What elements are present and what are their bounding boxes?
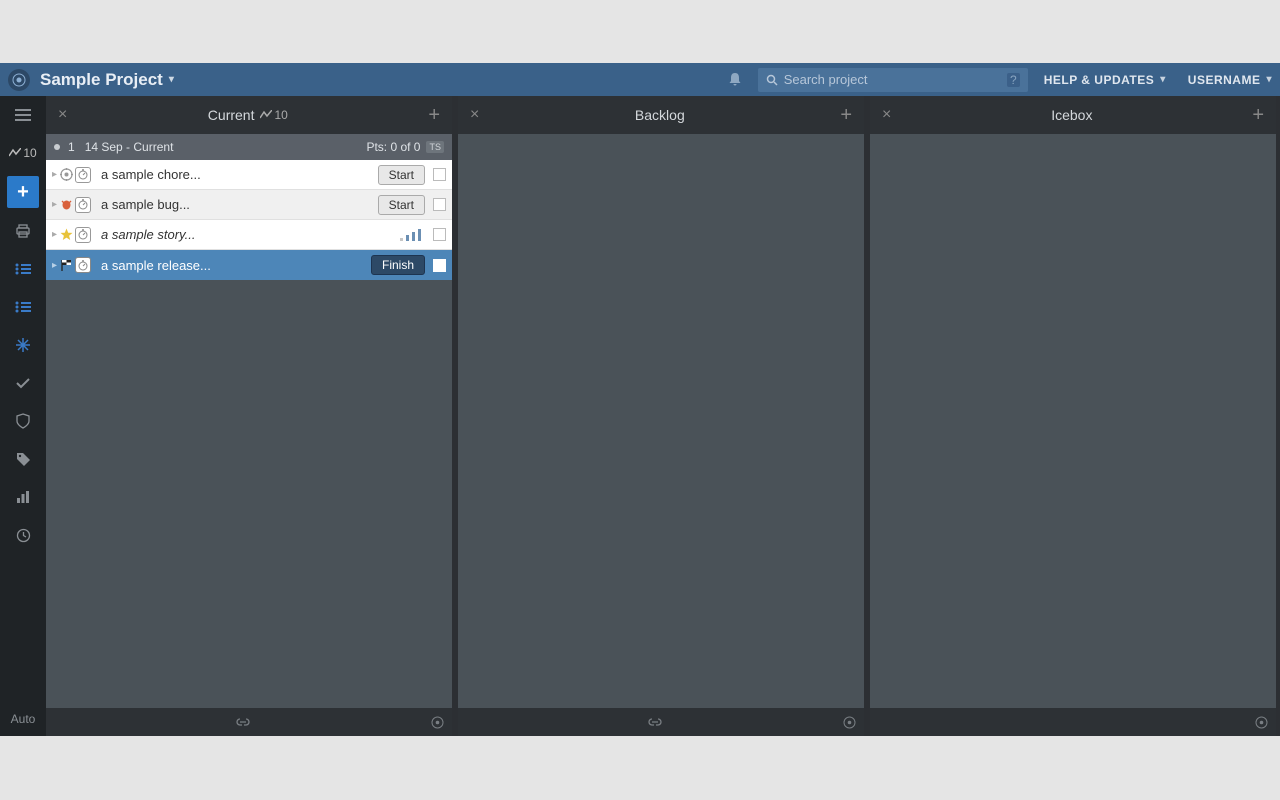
gear-icon[interactable] [843, 716, 856, 729]
sidebar-item-analytics[interactable] [0, 478, 46, 516]
chore-icon [59, 168, 73, 181]
sidebar-velocity[interactable]: 10 [0, 134, 46, 172]
feature-icon [59, 228, 73, 241]
sidebar-item-history[interactable] [0, 516, 46, 554]
project-title: Sample Project [40, 70, 163, 90]
panel-header: × Current 10 + [46, 96, 452, 134]
gear-icon[interactable] [1255, 716, 1268, 729]
release-icon [59, 259, 73, 272]
clock-icon [16, 528, 31, 543]
sidebar-item-done[interactable] [0, 364, 46, 402]
story-row[interactable]: ▸ a sample bug... Start [46, 190, 452, 220]
topbar: Sample Project ▾ ? HELP & UPDATES ▾ USER… [0, 63, 1280, 96]
bug-icon [59, 198, 73, 211]
shield-icon [16, 413, 30, 429]
panel-title: Current [208, 107, 255, 123]
estimate-selector[interactable] [400, 229, 421, 241]
list-icon [15, 301, 31, 313]
panel-current: × Current 10 + 1 14 Sep - Current [46, 96, 452, 736]
notifications-bell-icon[interactable] [728, 72, 742, 87]
search-help-icon[interactable]: ? [1007, 73, 1020, 87]
panel-title: Backlog [635, 107, 685, 123]
panel-header: × Icebox + [870, 96, 1276, 134]
velocity-indicator[interactable]: 10 [260, 108, 287, 122]
stopwatch-icon [75, 227, 91, 243]
finish-button[interactable]: Finish [371, 255, 425, 275]
stopwatch-icon [75, 167, 91, 183]
panels-container: × Current 10 + 1 14 Sep - Current [46, 96, 1280, 736]
close-panel-icon[interactable]: × [54, 106, 71, 124]
start-button[interactable]: Start [378, 195, 425, 215]
bar-chart-icon [16, 490, 30, 504]
add-story-icon[interactable]: + [424, 104, 444, 127]
search-box[interactable]: ? [758, 68, 1028, 92]
zigzag-icon [260, 110, 272, 120]
panel-header: × Backlog + [458, 96, 864, 134]
close-panel-icon[interactable]: × [878, 106, 895, 124]
story-checkbox[interactable] [433, 168, 446, 181]
printer-icon [15, 224, 31, 238]
panel-icebox: × Icebox + [870, 96, 1276, 736]
iteration-number: 1 [68, 140, 75, 154]
story-checkbox[interactable] [433, 198, 446, 211]
sidebar-item-current[interactable] [0, 250, 46, 288]
sidebar-item-epics[interactable] [0, 402, 46, 440]
check-icon [15, 377, 31, 389]
expand-icon[interactable]: ▸ [52, 260, 57, 271]
story-checkbox[interactable] [433, 228, 446, 241]
story-row[interactable]: ▸ a sample chore... Start [46, 160, 452, 190]
add-story-icon[interactable]: + [1248, 104, 1268, 127]
expand-icon[interactable]: ▸ [52, 199, 57, 210]
expand-icon[interactable]: ▸ [52, 169, 57, 180]
story-checkbox[interactable] [433, 259, 446, 272]
chevron-down-icon: ▾ [169, 74, 174, 85]
iteration-marker-icon [54, 144, 60, 150]
story-title: a sample chore... [101, 167, 372, 182]
iteration-date-range: 14 Sep - Current [85, 140, 367, 154]
expand-icon[interactable]: ▸ [52, 229, 57, 240]
sidebar-item-icebox[interactable] [0, 326, 46, 364]
add-story-button[interactable]: + [7, 176, 39, 208]
story-title: a sample release... [101, 258, 365, 273]
snowflake-icon [15, 337, 31, 353]
list-icon [15, 263, 31, 275]
app-logo[interactable] [8, 69, 30, 91]
sidebar: 10 + [0, 96, 46, 736]
stopwatch-icon [75, 257, 91, 273]
help-updates-menu[interactable]: HELP & UPDATES ▾ [1044, 73, 1166, 87]
chevron-down-icon: ▾ [1160, 74, 1166, 85]
link-icon[interactable] [235, 718, 251, 726]
tracker-logo-icon [12, 73, 26, 87]
sidebar-item-mywork[interactable] [0, 212, 46, 250]
tag-icon [16, 452, 31, 467]
username-menu[interactable]: USERNAME ▾ [1188, 73, 1272, 87]
gear-icon[interactable] [431, 716, 444, 729]
sidebar-item-backlog[interactable] [0, 288, 46, 326]
sidebar-auto-label[interactable]: Auto [11, 702, 36, 736]
story-row[interactable]: ▸ a sample release... Finish [46, 250, 452, 280]
panel-backlog: × Backlog + [458, 96, 864, 736]
iteration-badge[interactable]: TS [426, 141, 444, 153]
panel-footer [870, 708, 1276, 736]
add-story-icon[interactable]: + [836, 104, 856, 127]
search-icon [766, 74, 778, 86]
iteration-header[interactable]: 1 14 Sep - Current Pts: 0 of 0 TS [46, 134, 452, 160]
chevron-down-icon: ▾ [1266, 74, 1272, 85]
iteration-points: Pts: 0 of 0 [366, 140, 420, 154]
story-row[interactable]: ▸ a sample story... [46, 220, 452, 250]
search-input[interactable] [784, 72, 1007, 87]
panel-footer [458, 708, 864, 736]
link-icon[interactable] [647, 718, 663, 726]
hamburger-menu-icon[interactable] [0, 96, 46, 134]
start-button[interactable]: Start [378, 165, 425, 185]
panel-title: Icebox [1051, 107, 1092, 123]
project-title-dropdown[interactable]: Sample Project ▾ [40, 70, 174, 90]
story-title: a sample story... [101, 227, 394, 242]
story-title: a sample bug... [101, 197, 372, 212]
close-panel-icon[interactable]: × [466, 106, 483, 124]
sidebar-item-labels[interactable] [0, 440, 46, 478]
stopwatch-icon [75, 197, 91, 213]
panel-footer [46, 708, 452, 736]
